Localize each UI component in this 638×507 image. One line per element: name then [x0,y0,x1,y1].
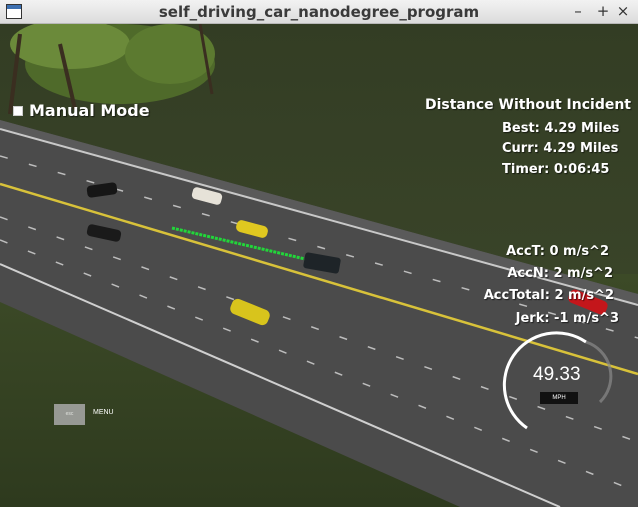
speed-value: 49.33 [533,364,581,385]
esc-button[interactable]: esc [54,404,85,425]
current-distance: Curr: 4.29 Miles [502,141,619,156]
manual-mode-label: Manual Mode [29,101,150,120]
manual-mode-checkbox[interactable] [13,105,23,116]
maximize-icon[interactable]: + [595,2,611,20]
best-distance: Best: 4.29 Miles [502,121,620,136]
manual-mode-toggle[interactable]: Manual Mode [13,101,150,120]
acc-total: AccTotal: 2 m/s^2 [483,288,614,303]
close-icon[interactable]: × [615,2,631,20]
distance-title: Distance Without Incident [424,97,631,113]
title-bar: self_driving_car_nanodegree_program – + … [0,0,638,24]
acc-t: AccT: 0 m/s^2 [506,244,609,259]
minimize-icon[interactable]: – [570,2,586,20]
jerk: Jerk: -1 m/s^3 [515,311,619,326]
window-title: self_driving_car_nanodegree_program [158,3,480,21]
speed-unit: MPH [540,392,578,404]
simulator-window: self_driving_car_nanodegree_program – + … [0,0,638,507]
menu-label: MENU [93,409,114,416]
acc-n: AccN: 2 m/s^2 [507,266,613,281]
timer: Timer: 0:06:45 [502,162,610,177]
